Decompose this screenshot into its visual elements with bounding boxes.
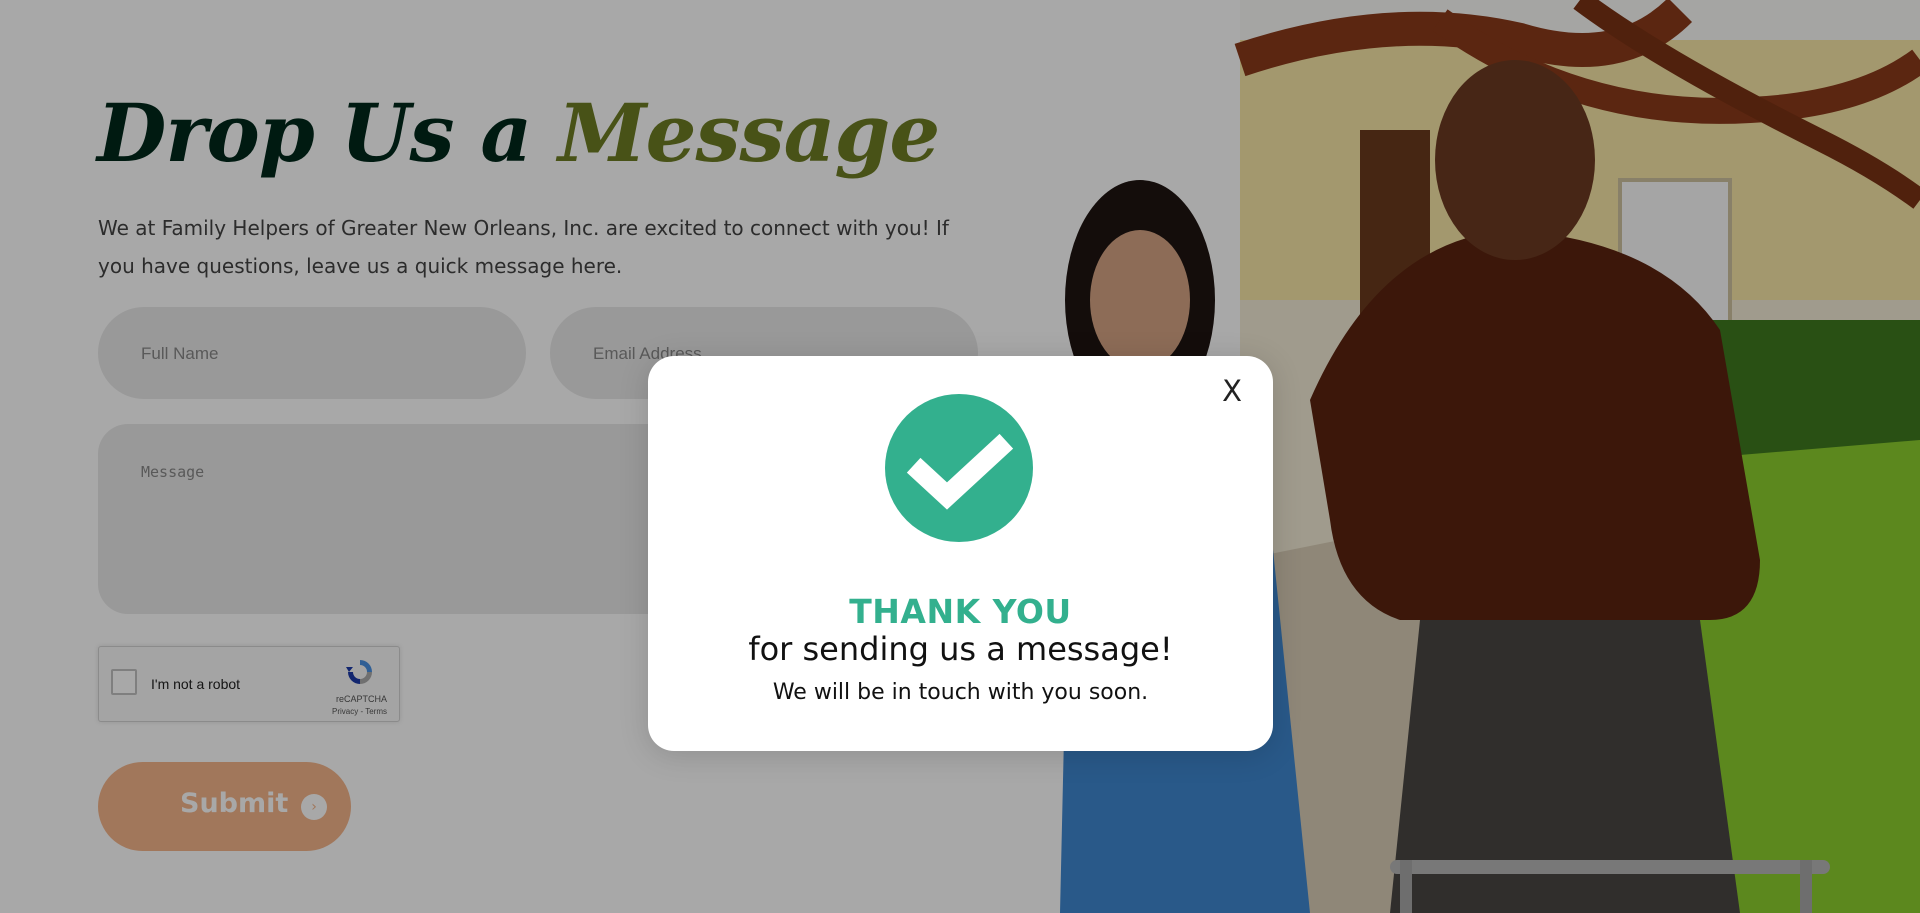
modal-message: for sending us a message! bbox=[748, 630, 1173, 668]
checkmark-icon bbox=[906, 433, 1014, 510]
close-button[interactable]: X bbox=[1217, 374, 1247, 408]
modal-submessage: We will be in touch with you soon. bbox=[772, 680, 1149, 705]
modal-title: THANK YOU bbox=[849, 592, 1072, 631]
thank-you-modal: X THANK YOU for sending us a message! We… bbox=[648, 356, 1273, 751]
check-circle-icon bbox=[885, 394, 1033, 542]
